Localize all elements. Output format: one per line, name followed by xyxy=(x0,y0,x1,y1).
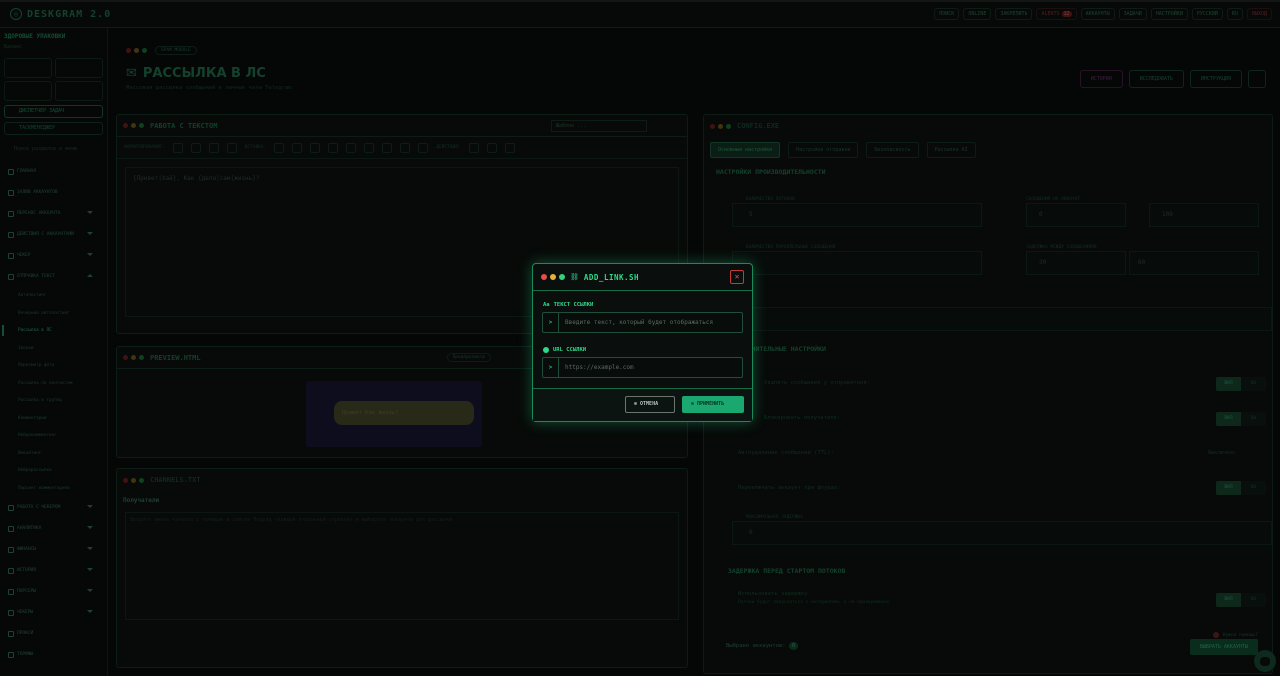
text-icon: Aa xyxy=(543,302,550,308)
link-text-placeholder[interactable]: Введите текст, который будет отображатьс… xyxy=(559,319,742,326)
globe-icon xyxy=(543,347,549,353)
window-dots xyxy=(541,274,565,280)
link-text-input[interactable]: > Введите текст, который будет отображат… xyxy=(542,312,743,333)
add-link-modal: ⛓ ADD_LINK.SH ✕ Aa ТЕКСТ ССЫЛКИ > Введите… xyxy=(532,263,753,422)
url-label: URL ССЫЛКИ xyxy=(543,347,752,353)
close-icon[interactable]: ✕ xyxy=(730,270,744,284)
url-placeholder[interactable]: https://example.com xyxy=(559,364,742,371)
prompt-icon: > xyxy=(543,358,559,377)
link-icon: ⛓ xyxy=(570,273,579,281)
modal-header: ⛓ ADD_LINK.SH ✕ xyxy=(533,264,752,291)
modal-footer: ⊗ ОТМЕНА ⊙ ПРИМЕНИТЬ xyxy=(533,388,752,421)
cancel-button[interactable]: ⊗ ОТМЕНА xyxy=(625,396,675,413)
text-link-label: Aa ТЕКСТ ССЫЛКИ xyxy=(543,302,594,308)
url-input[interactable]: > https://example.com xyxy=(542,357,743,378)
modal-title: ADD_LINK.SH xyxy=(583,272,640,282)
apply-button[interactable]: ⊙ ПРИМЕНИТЬ xyxy=(682,396,744,413)
prompt-icon: > xyxy=(543,313,559,332)
